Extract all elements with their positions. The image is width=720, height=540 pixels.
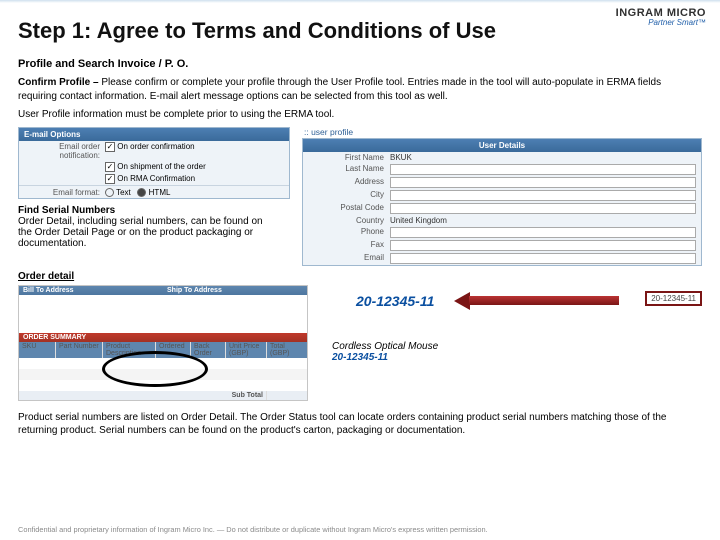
radio-icon (137, 188, 146, 197)
footnote: Product serial numbers are listed on Ord… (18, 411, 702, 438)
barcode-box: 20-12345-11 (645, 291, 702, 306)
confidential-notice: Confidential and proprietary information… (18, 525, 702, 534)
checkbox-icon: ✓ (105, 174, 115, 184)
radio-icon (105, 188, 114, 197)
subtitle: Profile and Search Invoice / P. O. (18, 58, 702, 70)
checkbox-icon: ✓ (105, 142, 115, 152)
page-title: Step 1: Agree to Terms and Conditions of… (18, 18, 702, 44)
breadcrumb: :: user profile (302, 127, 702, 138)
order-detail-label: Order detail (18, 271, 702, 282)
confirm-profile-text: Confirm Profile – Please confirm or comp… (18, 76, 702, 103)
find-serial-text: Find Serial Numbers Order Detail, includ… (18, 205, 278, 249)
product-label: Cordless Optical Mouse 20-12345-11 (332, 341, 438, 363)
must-complete-text: User Profile information must be complet… (18, 108, 702, 122)
email-options-panel: E-mail Options Email order notification:… (18, 127, 290, 199)
circle-annotation-icon (102, 351, 208, 387)
checkbox-icon: ✓ (105, 162, 115, 172)
email-options-header: E-mail Options (19, 128, 289, 141)
brand-logo: INGRAM MICRO Partner Smart™ (616, 8, 706, 27)
user-profile-panel: User Details First NameBKUK Last Name Ad… (302, 138, 702, 266)
serial-number: 20-12345-11 (356, 293, 434, 309)
